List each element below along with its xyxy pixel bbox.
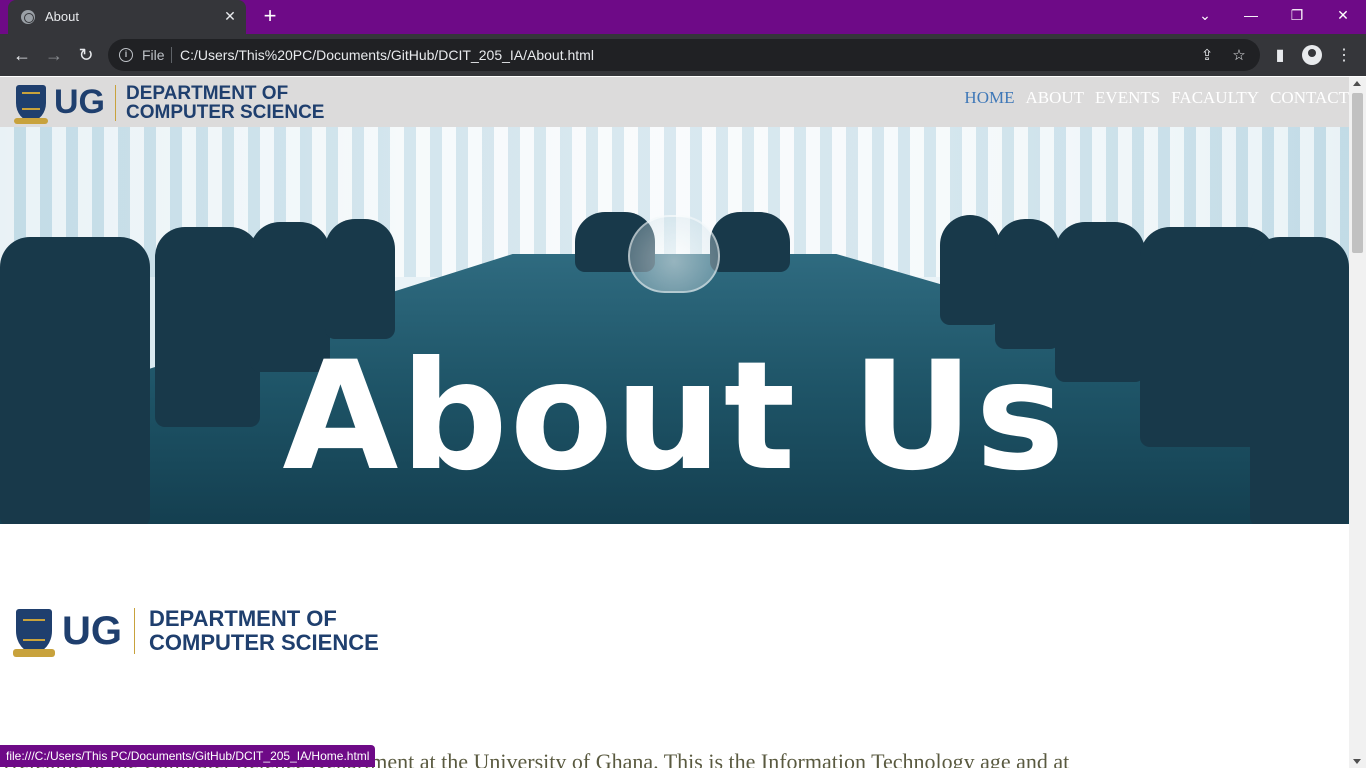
restore-button[interactable]: ❐ xyxy=(1274,0,1320,30)
close-tab-icon[interactable]: ✕ xyxy=(222,8,238,24)
nav-about[interactable]: ABOUT xyxy=(1025,88,1084,108)
hero-title: About Us xyxy=(282,330,1067,504)
scheme-label: File xyxy=(142,47,165,63)
hero-chair xyxy=(710,212,790,272)
hero-banner: About Us xyxy=(0,127,1349,524)
link-status-bubble: file:///C:/Users/This PC/Documents/GitHu… xyxy=(0,745,376,767)
logo-dept: DEPARTMENT OF COMPUTER SCIENCE xyxy=(149,608,379,654)
logo-dept: DEPARTMENT OF COMPUTER SCIENCE xyxy=(126,84,324,122)
hero-glass xyxy=(628,215,720,293)
browser-toolbar: ← → ↻ i File C:/Users/This%20PC/Document… xyxy=(0,34,1366,76)
tab-search-icon[interactable]: ⌄ xyxy=(1182,0,1228,30)
nav-faculty[interactable]: FACAULTY xyxy=(1171,88,1259,108)
reload-icon[interactable]: ↻ xyxy=(73,42,99,68)
logo-dept-line1: DEPARTMENT OF xyxy=(126,82,289,104)
back-icon[interactable]: ← xyxy=(9,42,35,68)
globe-icon xyxy=(21,10,35,24)
bookmark-star-icon[interactable]: ☆ xyxy=(1230,47,1248,65)
nav-events[interactable]: EVENTS xyxy=(1095,88,1160,108)
hero-chair xyxy=(940,215,1000,325)
header-logo[interactable]: UG DEPARTMENT OF COMPUTER SCIENCE xyxy=(13,83,324,125)
logo-divider xyxy=(115,84,116,121)
browser-tab-strip: About ✕ + ⌄ — ❐ ✕ xyxy=(0,0,1366,34)
minimize-button[interactable]: — xyxy=(1228,0,1274,30)
page-viewport: UG DEPARTMENT OF COMPUTER SCIENCE HOME A… xyxy=(0,77,1366,768)
scroll-down-icon[interactable] xyxy=(1353,759,1361,764)
ug-crest-icon xyxy=(13,609,55,658)
logo-ug-text: UG xyxy=(54,83,105,121)
logo-dept-line2: COMPUTER SCIENCE xyxy=(126,101,325,123)
forward-icon[interactable]: → xyxy=(41,42,67,68)
profile-avatar[interactable] xyxy=(1302,45,1322,65)
browser-menu-icon[interactable]: ⋮ xyxy=(1332,43,1356,67)
site-info-icon[interactable]: i xyxy=(119,48,133,62)
scroll-thumb[interactable] xyxy=(1352,93,1363,253)
logo-divider xyxy=(134,608,135,654)
browser-tab[interactable]: About ✕ xyxy=(8,0,246,34)
window-close-button[interactable]: ✕ xyxy=(1320,0,1366,30)
main-nav: HOME ABOUT EVENTS FACAULTY CONTACT xyxy=(953,88,1349,108)
site-header: UG DEPARTMENT OF COMPUTER SCIENCE HOME A… xyxy=(0,77,1349,127)
logo-dept-line2: COMPUTER SCIENCE xyxy=(149,630,379,655)
page-scrollbar[interactable] xyxy=(1349,77,1366,768)
body-logo: UG DEPARTMENT OF COMPUTER SCIENCE xyxy=(13,608,379,658)
tab-title: About xyxy=(45,9,79,24)
url-text[interactable]: C:/Users/This%20PC/Documents/GitHub/DCIT… xyxy=(180,47,594,63)
nav-home[interactable]: HOME xyxy=(964,88,1014,108)
logo-dept-line1: DEPARTMENT OF xyxy=(149,606,337,631)
share-icon[interactable]: ⇪ xyxy=(1198,47,1216,65)
scroll-up-icon[interactable] xyxy=(1353,81,1361,86)
logo-ug-text: UG xyxy=(62,608,122,653)
side-panel-icon[interactable]: ▮ xyxy=(1268,43,1292,67)
hero-chair xyxy=(325,219,395,339)
new-tab-button[interactable]: + xyxy=(258,5,282,29)
address-bar[interactable]: i File C:/Users/This%20PC/Documents/GitH… xyxy=(108,39,1260,71)
nav-contact[interactable]: CONTACT xyxy=(1270,88,1349,108)
ug-crest-icon xyxy=(13,84,49,125)
omnibox-divider xyxy=(171,47,172,63)
